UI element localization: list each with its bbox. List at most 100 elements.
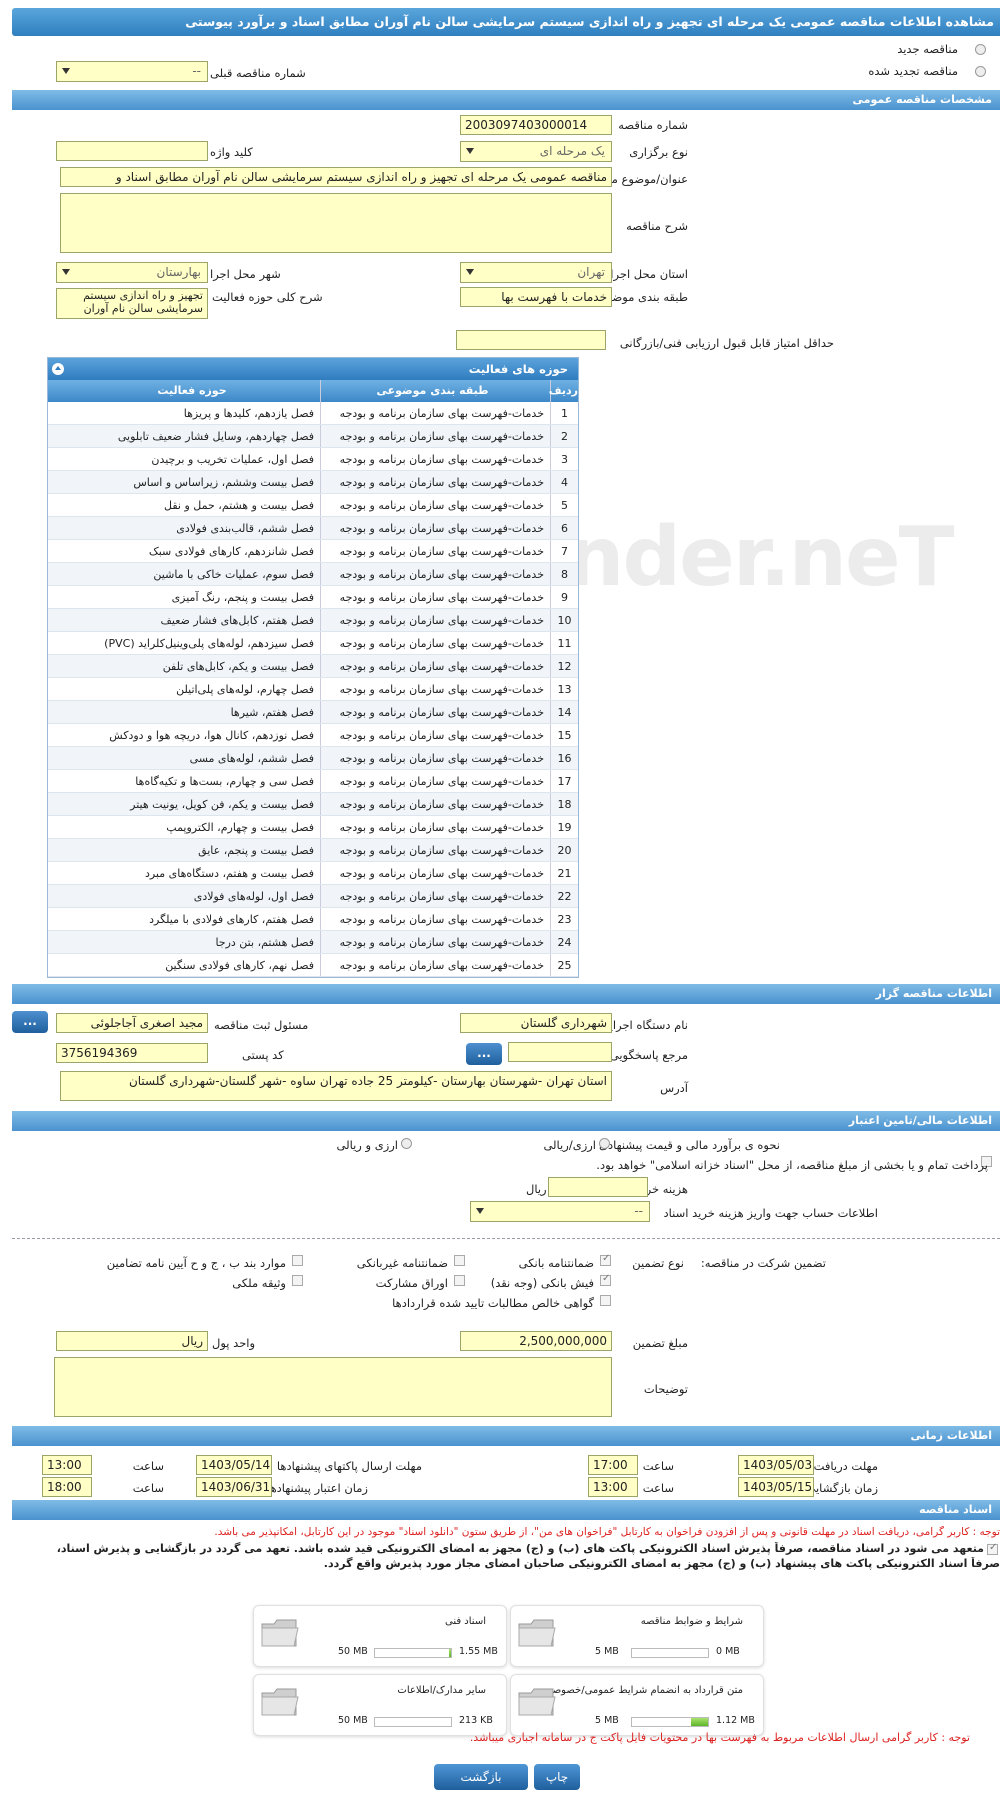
folder-icon (261, 1619, 299, 1647)
city-select[interactable]: بهارستان (56, 262, 208, 283)
table-row: 18 خدمات-فهرست بهای سازمان برنامه و بودجه… (48, 793, 578, 816)
row-index: 20 (550, 839, 578, 861)
tender-number-field: 2003097403000014 (460, 115, 612, 135)
table-row: 12 خدمات-فهرست بهای سازمان برنامه و بودجه… (48, 655, 578, 678)
row-index: 17 (550, 770, 578, 792)
row-activity: فصل چهارم، لوله‌های پلی‌اتیلن (176, 683, 314, 696)
row-category: خدمات-فهرست بهای سازمان برنامه و بودجه (320, 402, 550, 424)
row-activity: فصل بیست و پنجم، عایق (198, 844, 314, 857)
row-category: خدمات-فهرست بهای سازمان برنامه و بودجه (320, 586, 550, 608)
participation-label: تضمین شرکت در مناقصه: (700, 1256, 826, 1270)
holding-type-select[interactable]: یک مرحله ای (460, 141, 612, 162)
row-category: خدمات-فهرست بهای سازمان برنامه و بودجه (320, 862, 550, 884)
radio-currency-and-rial-icon[interactable] (401, 1138, 412, 1149)
document-used-size: 213 KB (459, 1715, 493, 1726)
back-button[interactable]: بازگشت (434, 1764, 528, 1790)
document-usage-bar (631, 1648, 709, 1658)
row-activity: فصل ششم، لوله‌های مسی (189, 752, 314, 765)
account-select[interactable]: -- (470, 1201, 650, 1222)
row-activity: فصل بیست و یکم، فن کویل، یونیت هیتر (130, 798, 314, 811)
address-label: آدرس (660, 1081, 688, 1095)
bonds-checkbox[interactable] (454, 1275, 465, 1286)
print-button[interactable]: چاپ (534, 1764, 580, 1790)
radio-currency-rial-icon[interactable] (599, 1138, 610, 1149)
folder-icon (518, 1688, 556, 1716)
row-category: خدمات-فهرست بهای سازمان برنامه و بودجه (320, 448, 550, 470)
keyword-label: کلید واژه (210, 145, 253, 159)
document-max-size: 5 MB (595, 1715, 619, 1726)
radio-renewed-tender[interactable]: مناقصه تجدید شده (868, 64, 958, 78)
radio-new-tender[interactable]: مناقصه جدید (897, 42, 958, 56)
validity-time: 18:00 (42, 1477, 92, 1497)
nonbank-guarantee-checkbox[interactable] (454, 1255, 465, 1266)
receive-time-label: ساعت (642, 1459, 674, 1473)
table-row: 1 خدمات-فهرست بهای سازمان برنامه و بودجه ف… (48, 402, 578, 425)
row-category: خدمات-فهرست بهای سازمان برنامه و بودجه (320, 678, 550, 700)
col-category: طبقه بندی موضوعی (320, 380, 550, 402)
validity-date: 1403/06/31 (196, 1477, 272, 1497)
cash-checkbox[interactable] (600, 1273, 611, 1286)
table-row: 2 خدمات-فهرست بهای سازمان برنامه و بودجه ف… (48, 425, 578, 448)
row-activity: فصل هفتم، کابل‌های فشار ضعیف (160, 614, 314, 627)
prev-number-select[interactable]: -- (56, 61, 208, 82)
description-field[interactable] (60, 193, 612, 253)
row-category: خدمات-فهرست بهای سازمان برنامه و بودجه (320, 747, 550, 769)
ref-lookup-button[interactable]: ... (466, 1043, 502, 1065)
row-index: 9 (550, 586, 578, 608)
document-card[interactable]: متن قرارداد به انضمام شرایط عمومی/خصوصی 5… (510, 1674, 764, 1736)
row-index: 19 (550, 816, 578, 838)
row-category: خدمات-فهرست بهای سازمان برنامه و بودجه (320, 425, 550, 447)
property-checkbox[interactable] (292, 1275, 303, 1286)
footer-notice: توجه : کاربر گرامی ارسال اطلاعات مربوط ب… (469, 1731, 970, 1744)
opt-currency-rial[interactable]: ارزی/ریالی (543, 1138, 596, 1152)
document-max-size: 5 MB (595, 1646, 619, 1657)
row-index: 23 (550, 908, 578, 930)
estimation-method-label: نحوه ی برآورد مالی و قیمت پیشنهادی (598, 1138, 780, 1152)
row-activity: فصل ششم، قالب‌بندی فولادی (176, 522, 314, 535)
row-index: 12 (550, 655, 578, 677)
row-category: خدمات-فهرست بهای سازمان برنامه و بودجه (320, 701, 550, 723)
postal-field: 3756194369 (56, 1043, 208, 1063)
col-activity: حوزه فعالیت (157, 384, 227, 397)
description-label: شرح مناقصه (626, 219, 688, 233)
row-activity: فصل اول، عملیات تخریب و برچیدن (151, 453, 314, 466)
document-usage-fill (691, 1718, 708, 1726)
keyword-field[interactable] (56, 141, 208, 161)
claims-checkbox[interactable] (600, 1295, 611, 1306)
province-select[interactable]: تهران (460, 262, 612, 283)
activity-desc-list[interactable]: تجهیز و راه اندازی سیستم سرمایشی سالن نا… (56, 288, 208, 319)
document-usage-bar (374, 1717, 452, 1727)
amount-field: 2,500,000,000 (460, 1331, 612, 1351)
submit-date: 1403/05/14 (196, 1455, 272, 1475)
subject-field[interactable]: مناقصه عمومی یک مرحله ای تجهیز و راه اند… (60, 167, 612, 187)
collapse-icon[interactable] (52, 363, 64, 375)
row-activity: فصل هفتم، شیرها (230, 706, 314, 719)
row-index: 6 (550, 517, 578, 539)
bank-guarantee-checkbox[interactable] (600, 1253, 611, 1266)
table-row: 7 خدمات-فهرست بهای سازمان برنامه و بودجه ف… (48, 540, 578, 563)
officer-lookup-button[interactable]: ... (12, 1011, 48, 1033)
row-activity: فصل سوم، عملیات خاکی با ماشین (153, 568, 314, 581)
row-activity: فصل سیزدهم، لوله‌های پلی‌وینیل‌کلراید (P… (104, 637, 314, 650)
document-card[interactable]: شرایط و ضوابط مناقصه 5 MB 0 MB (510, 1605, 764, 1667)
chevron-down-icon (476, 1208, 484, 1214)
document-card[interactable]: اسناد فنی 50 MB 1.55 MB (253, 1605, 507, 1667)
radio-new-icon[interactable] (975, 44, 986, 55)
chevron-down-icon (466, 148, 474, 154)
table-row: 14 خدمات-فهرست بهای سازمان برنامه و بودجه… (48, 701, 578, 724)
open-time-label: ساعت (642, 1481, 674, 1495)
row-category: خدمات-فهرست بهای سازمان برنامه و بودجه (320, 885, 550, 907)
radio-renewed-icon[interactable] (975, 66, 986, 77)
clauses-checkbox[interactable] (292, 1255, 303, 1266)
row-index: 21 (550, 862, 578, 884)
table-row: 13 خدمات-فهرست بهای سازمان برنامه و بودجه… (48, 678, 578, 701)
document-max-size: 50 MB (338, 1715, 368, 1726)
row-category: خدمات-فهرست بهای سازمان برنامه و بودجه (320, 908, 550, 930)
row-index: 3 (550, 448, 578, 470)
property-label: وثیقه ملکی (232, 1276, 286, 1290)
commit-checkbox[interactable] (987, 1542, 998, 1555)
row-index: 22 (550, 885, 578, 907)
divider (12, 1238, 1000, 1239)
opt-currency-and-rial[interactable]: ارزی و ریالی (336, 1138, 398, 1152)
document-card[interactable]: سایر مدارک/اطلاعات 50 MB 213 KB (253, 1674, 507, 1736)
